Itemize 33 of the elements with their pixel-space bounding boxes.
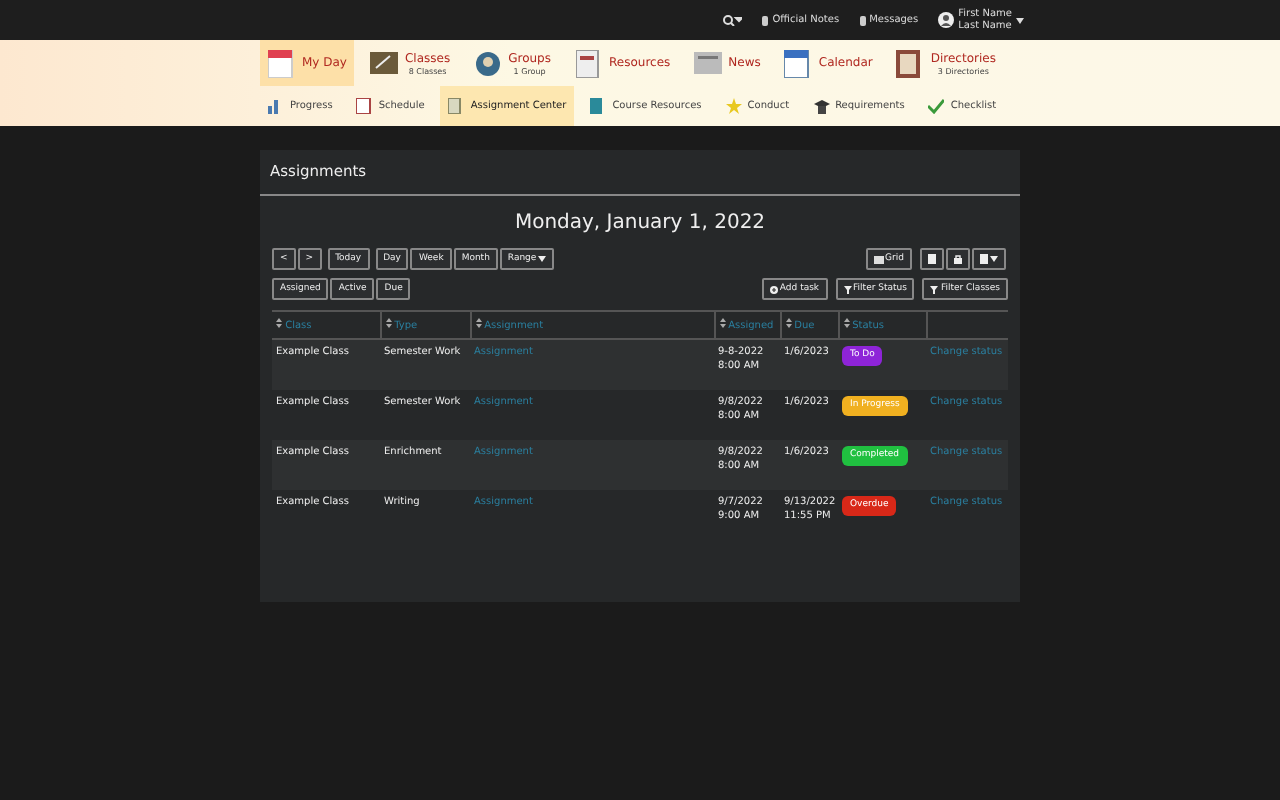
document-button[interactable] [920,248,944,270]
sort-icon [276,318,282,328]
filter-icon [843,285,852,293]
sort-icon [719,318,725,328]
sort-icon [385,318,391,328]
grid-icon [873,255,884,263]
classes-icon [370,49,399,77]
lock-icon [954,254,962,264]
sort-icon [843,318,849,328]
lock-button[interactable] [946,248,970,270]
check-icon [928,98,945,114]
chart-icon [268,98,284,114]
sort-icon [475,318,481,328]
date-heading: Monday, January 1, 2022 [512,210,768,238]
file-icon [980,254,988,264]
filter-icon [930,285,939,293]
day-icon [268,49,296,77]
search-icon [722,14,743,26]
resources-icon [575,49,603,77]
book-icon [590,98,607,114]
document-icon [928,254,936,264]
groups-icon [474,49,503,77]
caret-icon [990,256,998,262]
caret-icon [1016,17,1024,23]
directories-icon [896,49,925,77]
calendar-icon [784,49,813,77]
export-button[interactable] [972,248,1006,270]
sort-icon [785,318,791,328]
caret-icon [538,256,547,262]
star-icon [725,98,742,114]
news-icon [694,49,723,77]
schedule-icon [356,98,373,114]
avatar-icon [938,12,955,28]
